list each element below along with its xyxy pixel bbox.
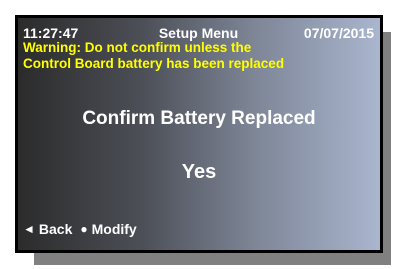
setup-menu-screen: 11:27:47 Setup Menu 07/07/2015 Warning: … bbox=[15, 15, 383, 253]
modify-button[interactable]: ● Modify bbox=[80, 221, 136, 237]
bullet-icon: ● bbox=[80, 222, 88, 236]
status-bar: 11:27:47 Setup Menu 07/07/2015 bbox=[23, 25, 374, 41]
back-label: Back bbox=[38, 221, 73, 237]
confirm-prompt: Confirm Battery Replaced bbox=[82, 108, 316, 129]
left-triangle-icon: ◄ bbox=[23, 222, 35, 236]
warning-message: Warning: Do not confirm unless the Contr… bbox=[23, 40, 363, 72]
softkey-bar: ◄ Back ● Modify bbox=[23, 221, 137, 237]
confirm-value-selector[interactable]: Yes bbox=[18, 161, 380, 184]
current-date: 07/07/2015 bbox=[303, 25, 374, 41]
warning-line-1: Warning: Do not confirm unless the bbox=[23, 40, 252, 55]
modify-label: Modify bbox=[91, 221, 137, 237]
warning-line-2: Control Board battery has been replaced bbox=[23, 56, 285, 71]
back-button[interactable]: ◄ Back bbox=[23, 221, 72, 237]
